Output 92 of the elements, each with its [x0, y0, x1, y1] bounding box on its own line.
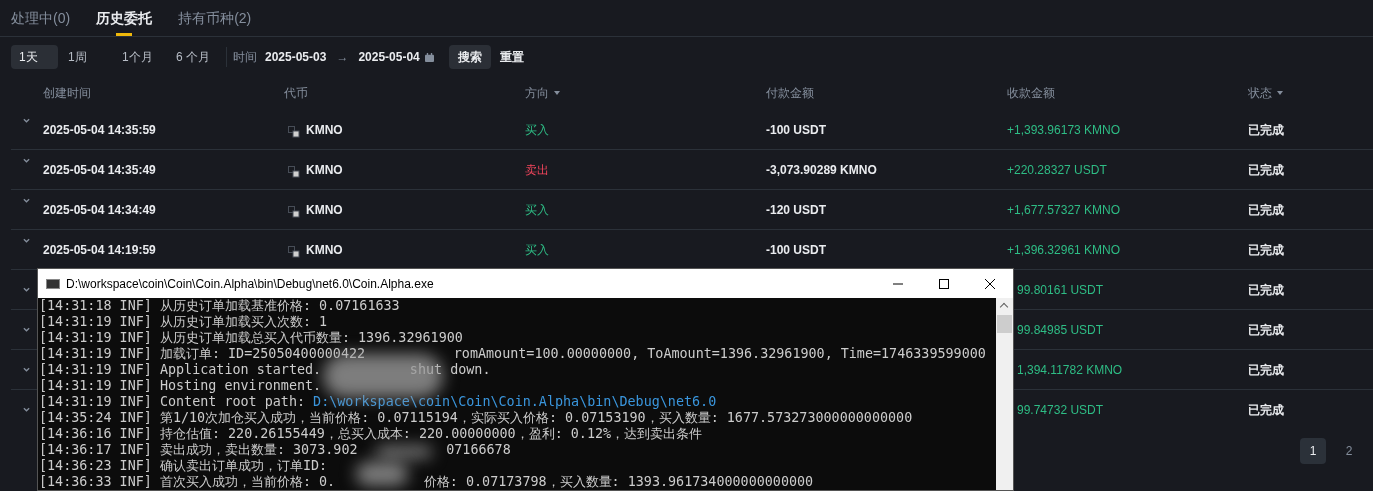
- chevron-icon[interactable]: [23, 326, 30, 332]
- coin-icon: [288, 245, 300, 258]
- received-amount: +220.28327 USDT: [1007, 162, 1107, 177]
- search-button[interactable]: 搜索: [448, 45, 491, 69]
- direction-text: 买入: [525, 122, 549, 137]
- chevron-icon[interactable]: [23, 237, 30, 243]
- console-text: [14:36:33 INF] 首次买入成功，当前价格: 0.: [39, 474, 336, 490]
- end-date[interactable]: 2025-05-04: [358, 48, 420, 66]
- coin-icon: [288, 205, 300, 218]
- column-header[interactable]: 状态: [1248, 84, 1272, 102]
- column-header: 代币: [284, 85, 308, 102]
- received-amount: 99.80161 USDT: [1017, 282, 1104, 297]
- paid-amount: -3,073.90289 KMNO: [766, 162, 877, 177]
- chevron-icon[interactable]: [23, 117, 30, 123]
- console-text: [14:31:19 INF] Application started.: [39, 362, 322, 378]
- tab[interactable]: 处理中(0): [11, 0, 71, 36]
- coin-icon: [288, 165, 300, 178]
- status-text: 已完成: [1248, 403, 1284, 417]
- order-time: 2025-05-04 14:19:59: [43, 241, 156, 259]
- period-button[interactable]: 1个月: [114, 45, 166, 69]
- chevron-icon[interactable]: [23, 366, 30, 372]
- chevron-icon[interactable]: [23, 286, 30, 292]
- coin-name: KMNO: [306, 241, 343, 259]
- console-text: [14:31:19 INF] Content root path:: [39, 394, 307, 410]
- caret-icon[interactable]: [1277, 91, 1283, 95]
- console-path: D:\workspace\coin\Coin\Coin.Alpha\bin\Debug\net6.0: [313, 394, 717, 410]
- chevron-icon[interactable]: [23, 157, 30, 163]
- close-icon[interactable]: [985, 278, 995, 289]
- column-header: 创建时间: [43, 85, 91, 102]
- status-text: 已完成: [1248, 282, 1284, 297]
- status-text: 已完成: [1248, 162, 1284, 177]
- period-button[interactable]: 1周: [60, 45, 104, 69]
- period-button[interactable]: 6 个月: [168, 45, 218, 69]
- time-label: 时间: [233, 49, 257, 66]
- console-text: [14:31:19 INF] 从历史订单加载总买入代币数量: 1396.32961900: [39, 330, 463, 346]
- maximize-icon[interactable]: [939, 278, 949, 289]
- console-text: [14:31:18 INF] 从历史订单加载基准价格: 0.07161633: [39, 298, 400, 314]
- blur-smudge: [376, 446, 432, 458]
- console-text: [14:31:19 INF] 从历史订单加载买入次数: 1: [39, 314, 328, 330]
- received-amount: +1,396.32961 KMNO: [1007, 242, 1121, 257]
- status-text: 已完成: [1248, 362, 1284, 377]
- console-text: [14:35:24 INF] 第1/10次加仓买入成功，当前价格: 0.07115194，实际买入价格: 0.07153190，买入数量: 1677.573273000000000000: [39, 410, 913, 426]
- received-amount: +1,677.57327 KMNO: [1007, 202, 1121, 217]
- scrollbar[interactable]: [996, 298, 1013, 490]
- console-text: [14:31:19 INF] Hosting environment.: [39, 378, 322, 394]
- reset-button[interactable]: 重置: [499, 48, 524, 66]
- window-title: D:\workspace\coin\Coin\Coin.Alpha\bin\Debug\net6.0\Coin.Alpha.exe: [66, 275, 434, 293]
- column-header[interactable]: 方向: [525, 84, 549, 102]
- column-header: 付款金额: [766, 85, 814, 102]
- console-app-icon: [46, 278, 60, 289]
- coin-name: KMNO: [306, 121, 343, 139]
- coin-icon: [288, 125, 300, 138]
- status-text: 已完成: [1248, 202, 1284, 217]
- scroll-thumb[interactable]: [997, 315, 1012, 333]
- received-amount: +1,393.96173 KMNO: [1007, 122, 1121, 137]
- chevron-icon[interactable]: [23, 407, 30, 412]
- console-text: romAmount=100.00000000, ToAmount=1396.32961900, Time=1746339599000: [453, 346, 986, 362]
- page-button[interactable]: 2: [1336, 438, 1362, 464]
- order-time: 2025-05-04 14:35:49: [43, 161, 156, 179]
- console-text: [14:36:23 INF] 确认卖出订单成功，订单ID:: [39, 458, 328, 474]
- column-header: 收款金额: [1007, 85, 1055, 102]
- blur-smudge: [356, 462, 408, 486]
- received-amount: 99.84985 USDT: [1017, 322, 1104, 337]
- console-text: 07166678: [446, 442, 511, 458]
- order-time: 2025-05-04 14:34:49: [43, 201, 156, 219]
- coin-name: KMNO: [306, 161, 343, 179]
- direction-text: 卖出: [525, 162, 549, 177]
- direction-text: 买入: [525, 242, 549, 257]
- paid-amount: -100 USDT: [766, 122, 827, 137]
- period-button[interactable]: 1天: [11, 45, 58, 69]
- caret-icon[interactable]: [554, 91, 560, 95]
- arrow-text: →: [336, 49, 349, 66]
- coin-name: KMNO: [306, 201, 343, 219]
- status-text: 已完成: [1248, 322, 1284, 337]
- console-text: [14:31:19 INF] 加载订单: ID=25050400000422: [39, 346, 366, 362]
- tab[interactable]: 持有币种(2): [178, 0, 252, 36]
- received-amount: 1,394.11782 KMNO: [1017, 362, 1123, 377]
- paid-amount: -100 USDT: [766, 242, 827, 257]
- console-text: [14:36:16 INF] 持仓估值: 220.26155449，总买入成本: 220.00000000，盈利: 0.12%，达到卖出条件: [39, 426, 703, 442]
- status-text: 已完成: [1248, 242, 1284, 257]
- console-text: [14:36:17 INF] 卖出成功，卖出数量: 3073.902: [39, 442, 358, 458]
- chevron-icon[interactable]: [23, 197, 30, 203]
- calendar-icon[interactable]: [424, 52, 434, 62]
- paid-amount: -120 USDT: [766, 202, 827, 217]
- received-amount: 99.74732 USDT: [1017, 403, 1104, 417]
- page-button[interactable]: 1: [1300, 438, 1326, 464]
- console-text: 价格: 0.07173798，买入数量: 1393.961734000000000000: [423, 474, 814, 490]
- start-date[interactable]: 2025-05-03: [265, 48, 327, 66]
- status-text: 已完成: [1248, 122, 1284, 137]
- direction-text: 买入: [525, 202, 549, 217]
- tab[interactable]: 历史委托: [96, 0, 153, 36]
- order-time: 2025-05-04 14:35:59: [43, 121, 156, 139]
